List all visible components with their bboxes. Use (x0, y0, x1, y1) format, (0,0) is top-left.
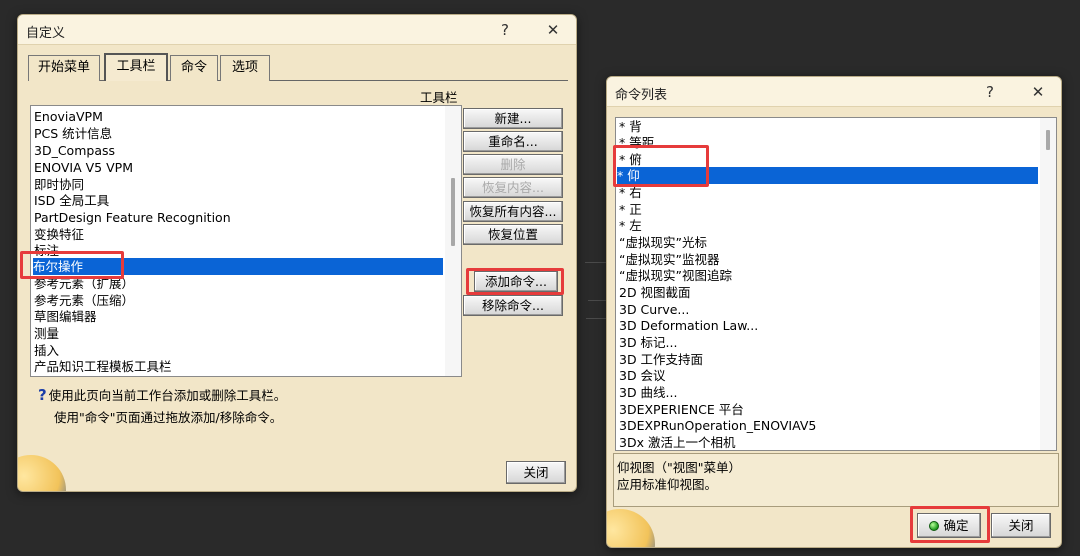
close-icon[interactable]: ✕ (1027, 81, 1049, 103)
hint-line-2: 使用"命令"页面通过拖放添加/移除命令。 (54, 410, 283, 425)
list-item[interactable]: * 背 (619, 118, 642, 135)
list-item[interactable]: “虚拟现实”视图追踪 (619, 267, 732, 284)
list-item-selected[interactable]: * 仰 (617, 167, 1038, 184)
customize-dialog: 自定义 ? ✕ 开始菜单 工具栏 命令 选项 工具栏 EnoviaVPM PCS… (17, 14, 577, 492)
description-line-2: 应用标准仰视图。 (617, 477, 718, 492)
customize-title: 自定义 (26, 26, 66, 41)
list-item[interactable]: 变换特征 (34, 226, 84, 243)
scroll-thumb[interactable] (451, 178, 455, 246)
customize-titlebar: 自定义 ? ✕ (18, 15, 576, 45)
list-item[interactable]: 插入 (34, 342, 59, 359)
desktop-streak (585, 262, 607, 263)
catia-logo-icon (18, 455, 66, 491)
list-item[interactable]: 3D 曲线... (619, 384, 677, 401)
delete-button[interactable]: 删除 (463, 154, 563, 175)
close-button[interactable]: 关闭 (991, 513, 1051, 538)
remove-command-button[interactable]: 移除命令... (463, 295, 563, 316)
help-icon[interactable]: ? (979, 81, 1001, 103)
list-item[interactable]: “虚拟现实”光标 (619, 234, 707, 251)
command-titlebar: 命令列表 ? ✕ (607, 77, 1061, 107)
restore-all-button[interactable]: 恢复所有内容... (463, 201, 563, 222)
list-item[interactable]: 3D_Compass (34, 142, 115, 159)
close-button[interactable]: 关闭 (506, 461, 566, 484)
list-item[interactable]: ENOVIA V5 VPM (34, 159, 133, 176)
list-item[interactable]: 2D 视图截面 (619, 284, 691, 301)
list-item[interactable]: 标注 (34, 242, 59, 259)
list-item[interactable]: 产品知识工程模板工具栏 (34, 358, 172, 375)
list-item[interactable]: 即时协同 (34, 176, 84, 193)
tab-toolbars[interactable]: 工具栏 (104, 53, 168, 81)
ok-button[interactable]: 确定 (917, 513, 981, 538)
command-list-dialog: 命令列表 ? ✕ * 背 * 等距 * 俯 * 仰 * 右 * 正 * 左 “虚… (606, 76, 1062, 548)
list-item[interactable]: 3D Curve... (619, 301, 689, 318)
led-icon (929, 521, 940, 531)
ok-label: 确定 (943, 518, 969, 533)
help-icon: ? (38, 386, 47, 404)
rename-button[interactable]: 重命名... (463, 131, 563, 152)
tab-start-menu[interactable]: 开始菜单 (28, 55, 100, 81)
command-title: 命令列表 (615, 88, 668, 103)
list-item[interactable]: 3D 标记... (619, 334, 677, 351)
desktop-streak (586, 318, 606, 319)
toolbar-list[interactable]: EnoviaVPM PCS 统计信息 3D_Compass ENOVIA V5 … (30, 105, 462, 377)
list-item[interactable]: * 等距 (619, 134, 654, 151)
list-item[interactable]: PCS 统计信息 (34, 125, 112, 142)
list-item[interactable]: PartDesign Feature Recognition (34, 209, 231, 226)
close-icon[interactable]: ✕ (542, 19, 564, 41)
tab-commands[interactable]: 命令 (170, 55, 218, 81)
list-item[interactable]: 测量 (34, 325, 59, 342)
tab-options[interactable]: 选项 (220, 55, 270, 81)
add-command-button[interactable]: 添加命令... (474, 271, 558, 292)
list-item[interactable]: * 正 (619, 201, 642, 218)
list-item[interactable]: “虚拟现实”监视器 (619, 251, 719, 268)
catia-logo-icon (607, 509, 655, 547)
list-item[interactable]: 3D Deformation Law... (619, 317, 758, 334)
toolbar-list-label: 工具栏 (420, 90, 458, 105)
hint-line-1: ? 使用此页向当前工作台添加或删除工具栏。 (38, 385, 286, 404)
list-item[interactable]: 3Dx 激活上一个相机 (619, 434, 735, 450)
desktop-streak (588, 300, 606, 301)
hint-text-1: 使用此页向当前工作台添加或删除工具栏。 (48, 388, 287, 403)
scroll-thumb[interactable] (1046, 130, 1050, 150)
list-item[interactable]: EnoviaVPM (34, 108, 103, 125)
list-item[interactable]: 参考元素（扩展） (34, 275, 134, 292)
list-item[interactable]: 3D 会议 (619, 367, 666, 384)
command-list[interactable]: * 背 * 等距 * 俯 * 仰 * 右 * 正 * 左 “虚拟现实”光标 “虚… (615, 117, 1057, 451)
list-item[interactable]: ISD 全局工具 (34, 192, 109, 209)
list-item[interactable]: * 左 (619, 217, 642, 234)
new-toolbar-button[interactable]: 新建... (463, 108, 563, 129)
list-item[interactable]: * 右 (619, 184, 642, 201)
command-list-scrollbar[interactable] (1040, 118, 1056, 450)
list-item-selected[interactable]: 布尔操作 (33, 258, 443, 275)
list-item[interactable]: 3D 工作支持面 (619, 351, 703, 368)
list-item[interactable]: * 俯 (619, 151, 642, 168)
list-item[interactable]: 3DEXPERIENCE 平台 (619, 401, 744, 418)
command-description: 仰视图（"视图"菜单） 应用标准仰视图。 (613, 453, 1059, 507)
list-item[interactable]: 参考元素（压缩） (34, 292, 134, 309)
restore-content-button[interactable]: 恢复内容... (463, 177, 563, 198)
list-item[interactable]: 3DEXPRunOperation_ENOVIAV5 (619, 417, 816, 434)
toolbar-list-scrollbar[interactable] (445, 106, 461, 376)
help-icon[interactable]: ? (494, 19, 516, 41)
restore-position-button[interactable]: 恢复位置 (463, 224, 563, 245)
list-item[interactable]: 草图编辑器 (34, 308, 97, 325)
